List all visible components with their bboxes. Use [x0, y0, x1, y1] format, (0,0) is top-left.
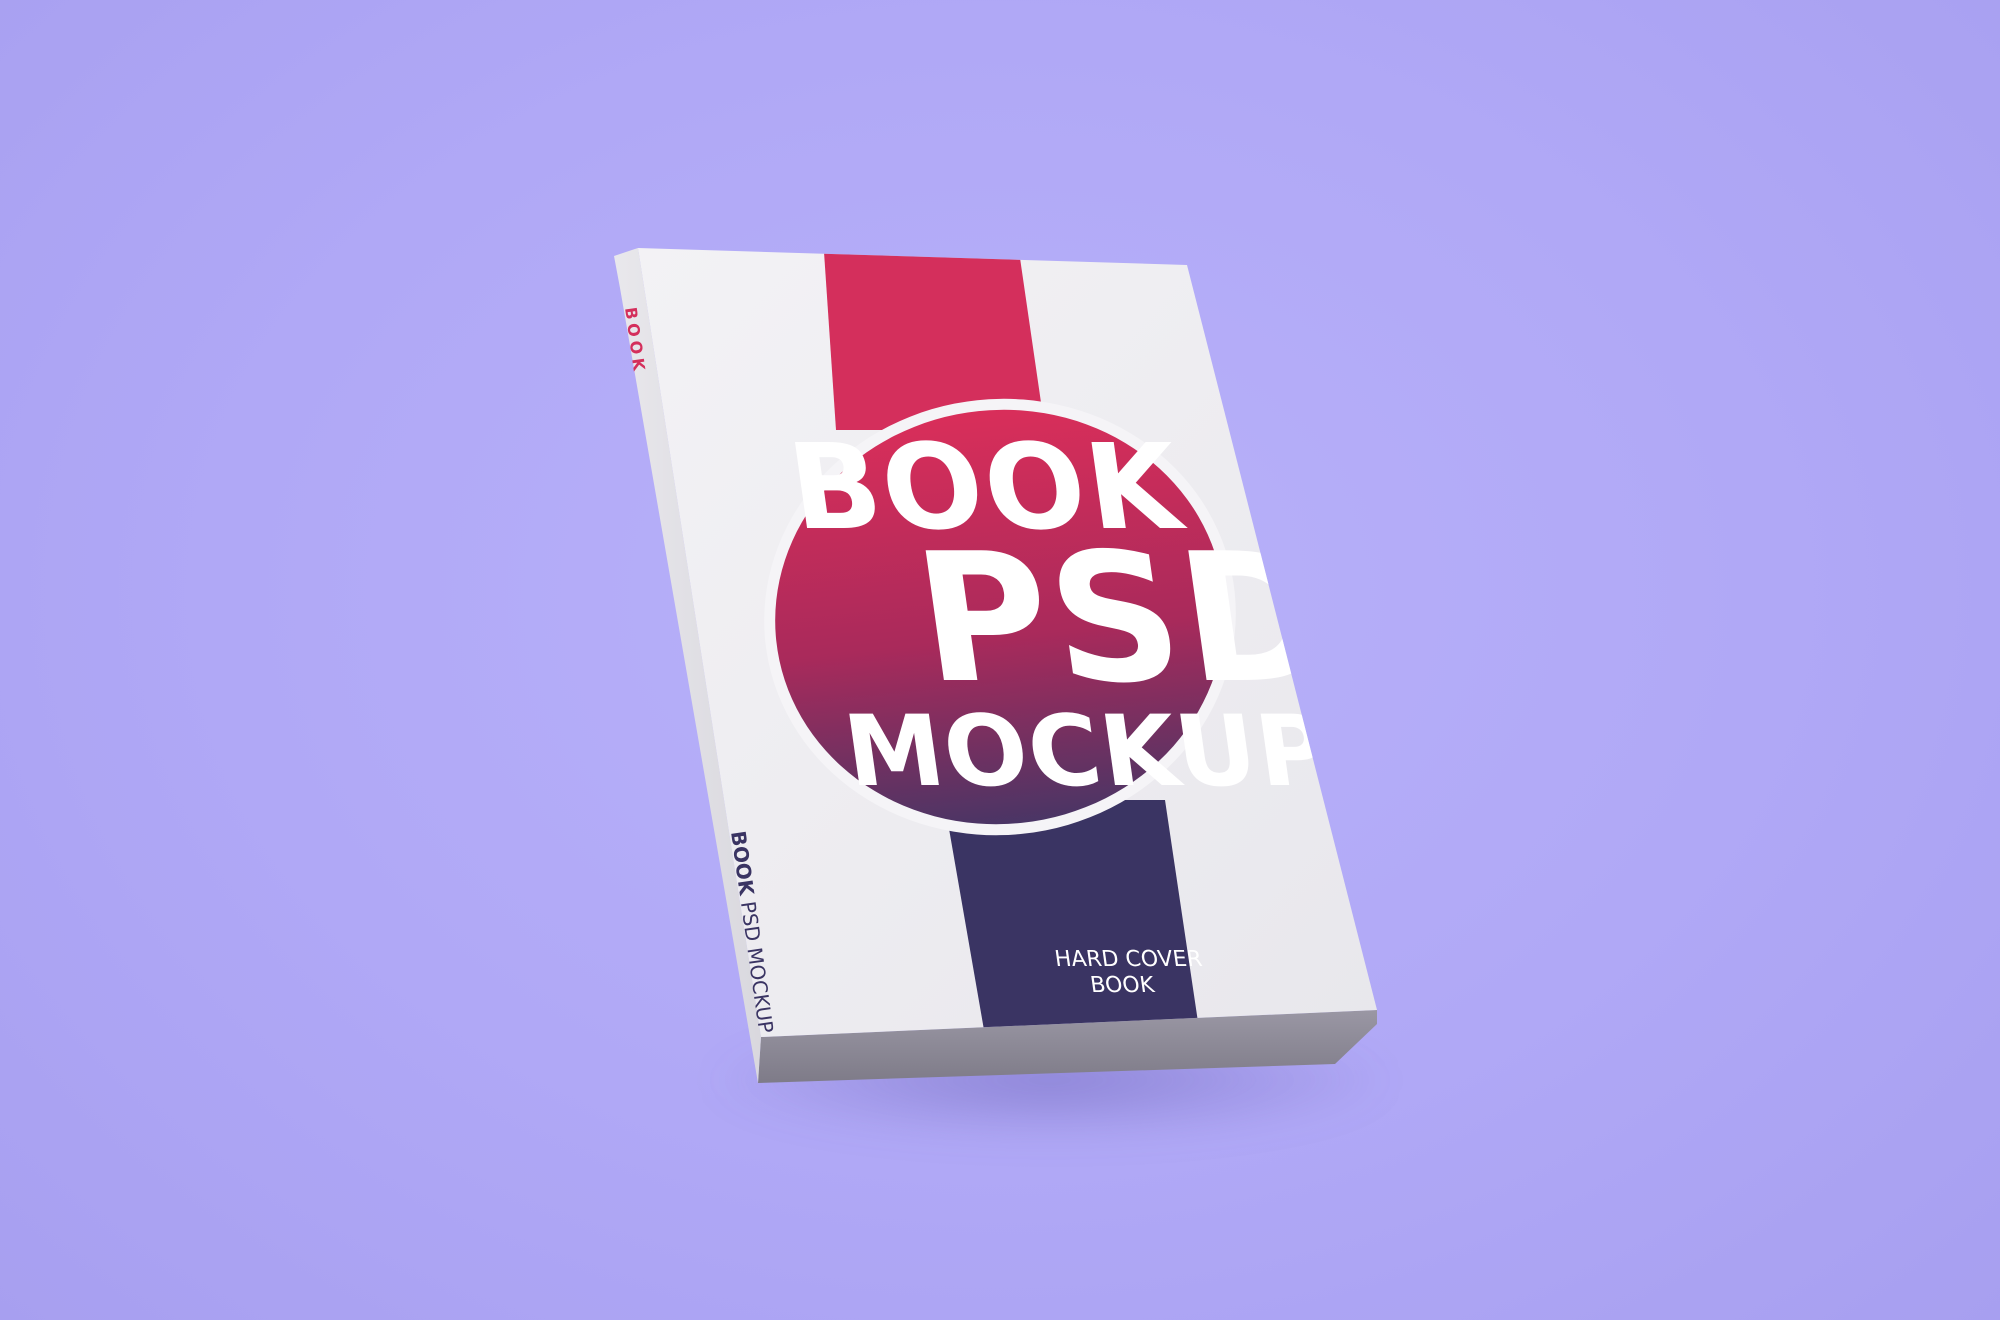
cover-subtitle-line1: HARD COVER	[1053, 946, 1204, 972]
cover-title-psd: PSD	[904, 516, 1345, 723]
cover-subtitle-line2: BOOK	[1089, 972, 1157, 998]
cover-title-mockup: MOCKUP	[838, 695, 1338, 808]
book-mockup: BOOK PSD MOCKUP HARD COVER BOOK BOOK BOO…	[614, 248, 1377, 1083]
scene: BOOK PSD MOCKUP HARD COVER BOOK BOOK BOO…	[0, 0, 2000, 1320]
